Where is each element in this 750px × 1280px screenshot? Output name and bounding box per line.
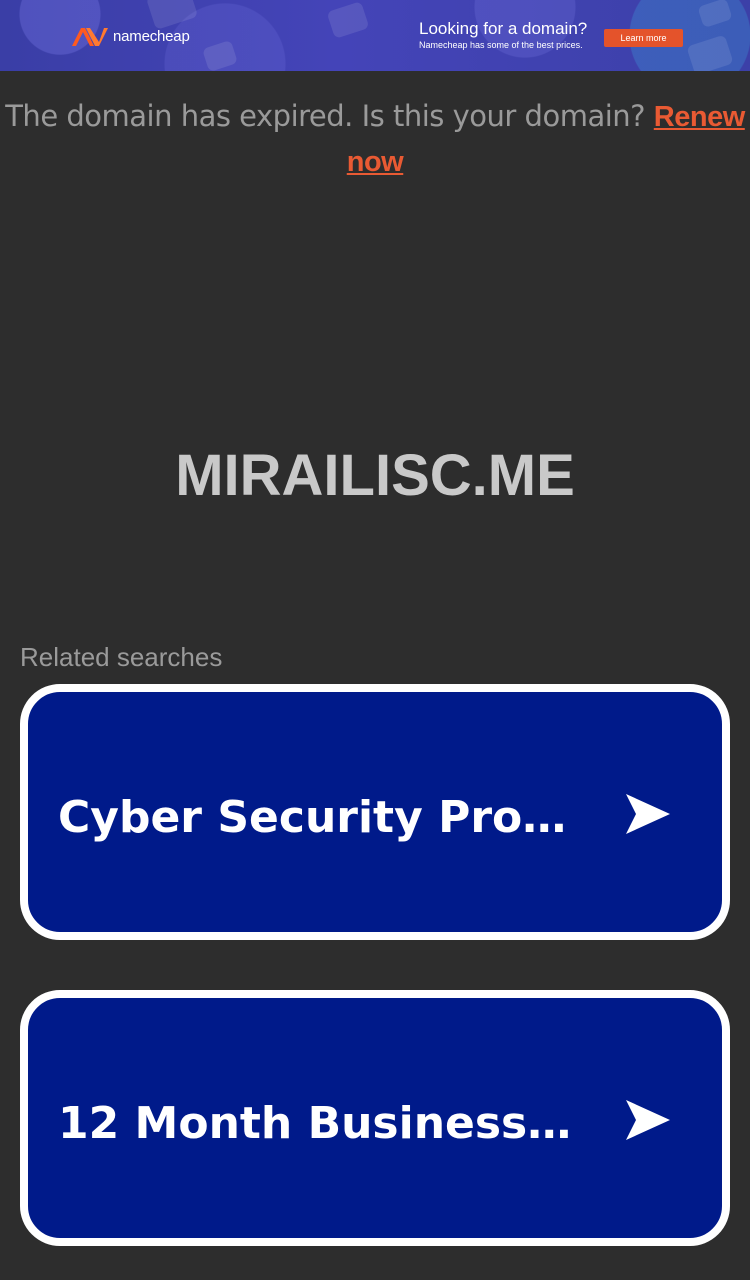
ad-subtext: Namecheap has some of the best prices. [419,40,583,50]
learn-more-button[interactable]: Learn more [604,29,683,47]
domain-title: MIRAILISC.ME [175,443,575,508]
namecheap-logo-icon [72,28,108,46]
related-search-label: 12 Month Business Deg... [58,1098,578,1149]
ad-headline: Looking for a domain? [419,19,588,38]
related-search-label: Cyber Security Progra... [58,792,578,843]
arrow-right-icon [626,794,670,834]
related-search-item[interactable]: 12 Month Business Deg... [20,990,730,1246]
related-searches-heading: Related searches [20,642,223,672]
related-search-item[interactable]: Cyber Security Progra... [20,684,730,940]
namecheap-wordmark: namecheap [113,28,190,45]
arrow-right-icon [626,1100,670,1140]
ad-banner[interactable]: namecheap Looking for a domain? Namechea… [0,0,750,71]
expired-notice: The domain has expired. Is this your dom… [0,94,750,184]
expired-notice-text: The domain has expired. Is this your dom… [5,99,646,133]
